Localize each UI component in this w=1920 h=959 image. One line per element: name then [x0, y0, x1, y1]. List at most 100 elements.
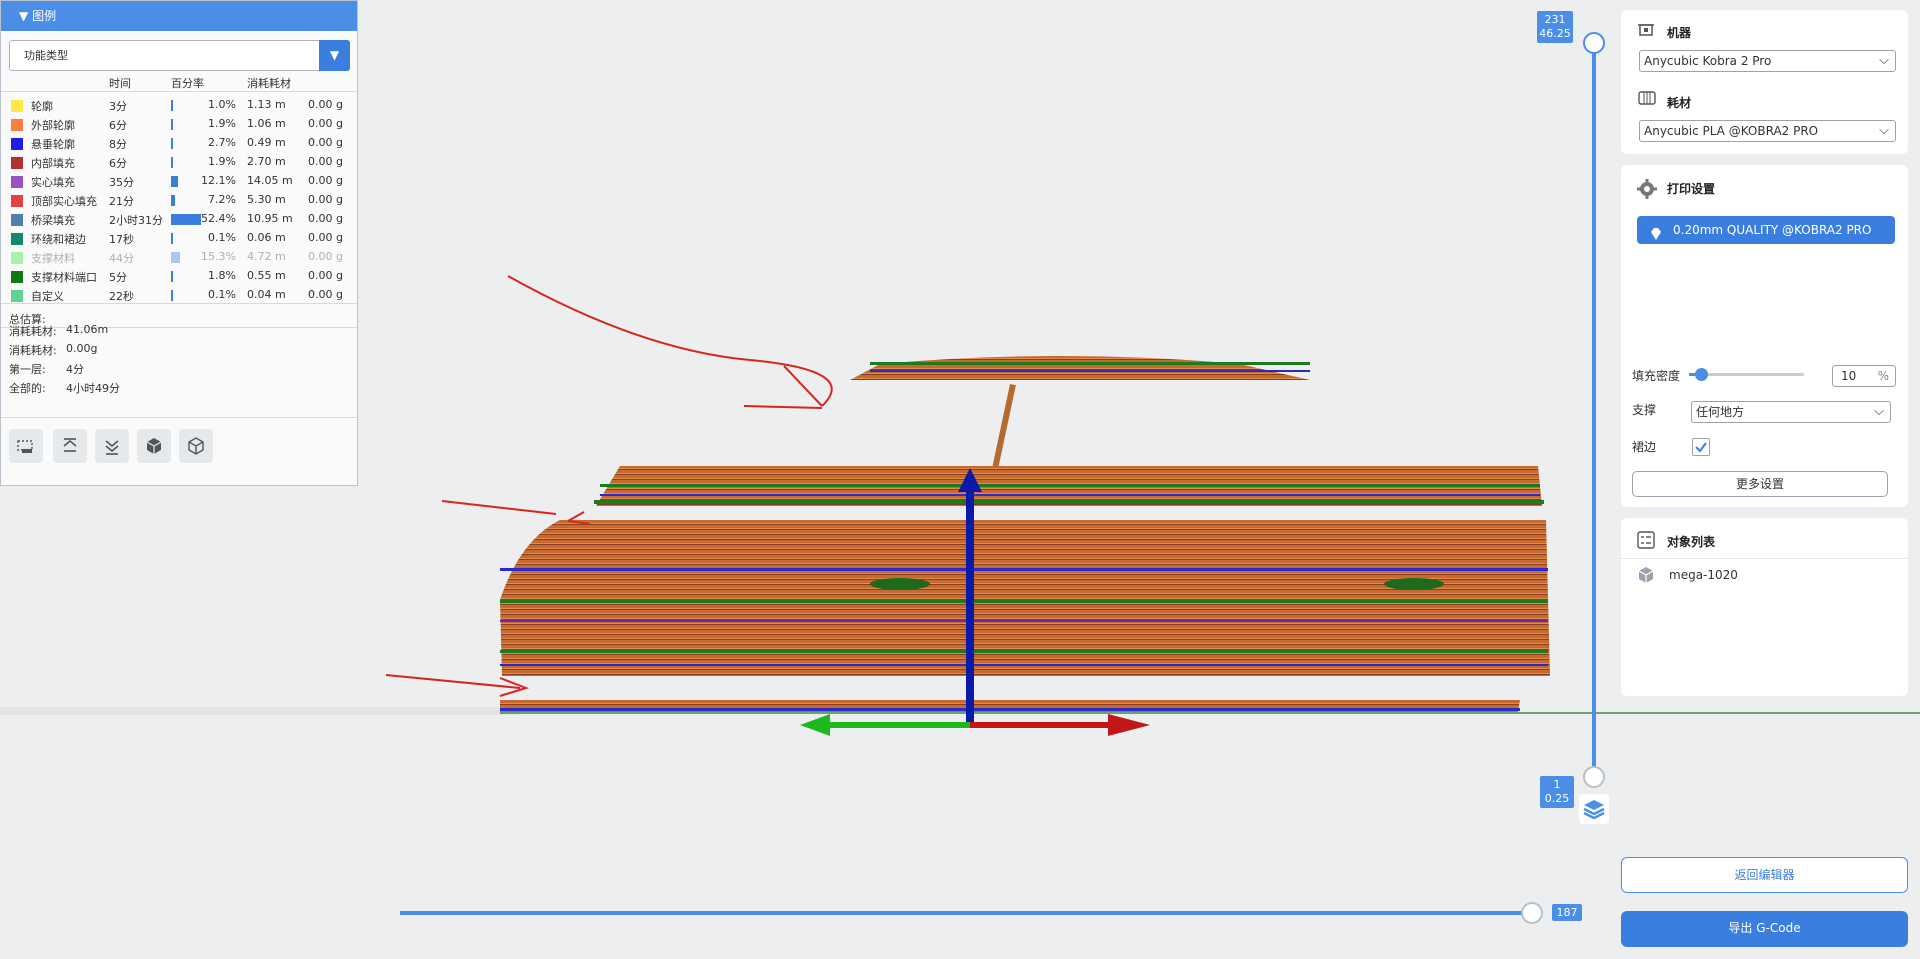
legend-percent-bar — [171, 100, 173, 111]
object-list-item[interactable]: mega-1020 — [1621, 562, 1908, 590]
legend-length: 0.04 m — [247, 288, 286, 301]
bottom-layers-tool-icon[interactable] — [95, 429, 129, 463]
legend-weight: 0.00 g — [308, 288, 343, 301]
export-gcode-button[interactable]: 导出 G-Code — [1621, 911, 1908, 947]
legend-percent: 1.8% — [208, 269, 236, 282]
infill-slider[interactable] — [1689, 368, 1804, 381]
back-to-editor-button[interactable]: 返回编辑器 — [1621, 857, 1908, 893]
legend-row[interactable]: 支撑材料 44分 15.3% 4.72 m 0.00 g — [1, 248, 359, 267]
legend-label: 轮廓 — [31, 100, 53, 113]
legend-percent: 1.0% — [208, 98, 236, 111]
total-row: 全部的: 4小时49分 — [9, 380, 309, 399]
legend-percent-bar — [171, 195, 176, 206]
brim-checkbox[interactable] — [1692, 438, 1710, 456]
legend-length: 5.30 m — [247, 193, 286, 206]
wire-cube-icon[interactable] — [179, 429, 213, 463]
move-slider-track[interactable] — [400, 911, 1532, 915]
infill-slider-handle[interactable] — [1694, 368, 1708, 381]
legend-time: 35分 — [109, 176, 134, 189]
legend-row[interactable]: 顶部实心填充 21分 7.2% 5.30 m 0.00 g — [1, 191, 359, 210]
support-select[interactable]: 任何地方 ⌵ — [1691, 401, 1891, 423]
legend-row[interactable]: 悬垂轮廓 8分 2.7% 0.49 m 0.00 g — [1, 134, 359, 153]
move-slider-value: 187 — [1552, 904, 1582, 921]
view-type-select[interactable]: 功能类型 ▼ — [9, 40, 350, 71]
totals-block: 消耗耗材: 41.06m 消耗耗材: 0.00g 第一层: 4分 全部的: 4小时49分 — [9, 323, 309, 399]
print-profile-item[interactable]: 0.20mm QUALITY @KOBRA2 PRO — [1637, 216, 1895, 244]
printer-view-tool-icon[interactable] — [9, 429, 43, 463]
machine-icon — [1638, 22, 1654, 41]
legend-row[interactable]: 支撑材料端口 5分 1.8% 0.55 m 0.00 g — [1, 267, 359, 286]
total-key: 消耗耗材: — [9, 344, 57, 357]
legend-length: 14.05 m — [247, 174, 293, 187]
layers-icon[interactable] — [1579, 794, 1609, 824]
legend-time: 5分 — [109, 271, 127, 284]
legend-time: 22秒 — [109, 290, 134, 303]
support-value: 任何地方 — [1696, 405, 1745, 419]
legend-time: 2小时31分 — [109, 214, 163, 227]
layer-slider-track[interactable] — [1592, 43, 1596, 776]
legend-time: 21分 — [109, 195, 134, 208]
machine-select[interactable]: Anycubic Kobra 2 Pro ⌵ — [1639, 50, 1896, 72]
more-settings-button[interactable]: 更多设置 — [1632, 471, 1888, 497]
top-layer-handle[interactable] — [1583, 32, 1605, 54]
legend-percent-bar — [171, 214, 202, 225]
legend-label: 内部填充 — [31, 157, 75, 170]
legend-row[interactable]: 实心填充 35分 12.1% 14.05 m 0.00 g — [1, 172, 359, 191]
legend-row[interactable]: 外部轮廓 6分 1.9% 1.06 m 0.00 g — [1, 115, 359, 134]
total-row: 消耗耗材: 0.00g — [9, 342, 309, 361]
move-slider-handle[interactable] — [1521, 902, 1543, 924]
bottom-layer-handle[interactable] — [1583, 766, 1605, 788]
list-icon — [1637, 531, 1655, 552]
legend-time: 6分 — [109, 119, 127, 132]
legend-label: 支撑材料端口 — [31, 271, 97, 284]
total-key: 消耗耗材: — [9, 325, 57, 338]
legend-percent-bar — [171, 157, 173, 168]
total-value: 4小时49分 — [66, 382, 120, 395]
filament-value: Anycubic PLA @KOBRA2 PRO — [1644, 124, 1819, 138]
legend-percent-bar — [171, 290, 173, 301]
legend-color-swatch — [11, 290, 23, 302]
top-layers-tool-icon[interactable] — [53, 429, 87, 463]
total-key: 第一层: — [9, 363, 46, 376]
legend-weight: 0.00 g — [308, 136, 343, 149]
legend-row[interactable]: 环绕和裙边 17秒 0.1% 0.06 m 0.00 g — [1, 229, 359, 248]
legend-length: 0.55 m — [247, 269, 286, 282]
legend-header[interactable]: ▼ 图例 — [1, 1, 357, 31]
legend-color-swatch — [11, 157, 23, 169]
object-list-title: 对象列表 — [1667, 535, 1716, 549]
col-percent: 百分率 — [171, 77, 204, 90]
filament-title: 耗材 — [1667, 96, 1692, 110]
dropdown-arrow-icon[interactable]: ▼ — [319, 40, 350, 71]
legend-percent: 12.1% — [201, 174, 236, 187]
machine-value: Anycubic Kobra 2 Pro — [1644, 54, 1772, 68]
chevron-down-icon: ⌵ — [1874, 404, 1884, 419]
legend-color-swatch — [11, 119, 23, 131]
infill-label: 填充密度 — [1632, 369, 1681, 383]
collapse-triangle-icon[interactable]: ▼ — [19, 9, 28, 23]
machine-title: 机器 — [1667, 26, 1692, 40]
cube-icon — [1637, 566, 1655, 587]
legend-row[interactable]: 桥梁填充 2小时31分 52.4% 10.95 m 0.00 g — [1, 210, 359, 229]
legend-label: 支撑材料 — [31, 252, 75, 265]
legend-row[interactable]: 内部填充 6分 1.9% 2.70 m 0.00 g — [1, 153, 359, 172]
view-type-value: 功能类型 — [24, 49, 68, 62]
gear-icon — [1637, 179, 1657, 202]
legend-time: 44分 — [109, 252, 134, 265]
legend-percent-bar — [171, 138, 173, 149]
infill-input[interactable]: 10 % — [1832, 365, 1896, 387]
legend-length: 0.49 m — [247, 136, 286, 149]
filament-select[interactable]: Anycubic PLA @KOBRA2 PRO ⌵ — [1639, 120, 1896, 142]
bottom-layer-number: 1 — [1553, 778, 1561, 791]
legend-weight: 0.00 g — [308, 117, 343, 130]
legend-percent: 1.9% — [208, 117, 236, 130]
top-layer-height: 46.25 — [1539, 27, 1571, 40]
legend-length: 4.72 m — [247, 250, 286, 263]
print-settings-card: 打印设置 0.20mm QUALITY @KOBRA2 PRO 填充密度 10 … — [1621, 165, 1908, 507]
legend-percent: 1.9% — [208, 155, 236, 168]
legend-percent: 2.7% — [208, 136, 236, 149]
legend-label: 实心填充 — [31, 176, 75, 189]
top-layer-tag: 231 46.25 — [1537, 11, 1573, 43]
solid-cube-icon[interactable] — [137, 429, 171, 463]
legend-color-swatch — [11, 214, 23, 226]
legend-row[interactable]: 轮廓 3分 1.0% 1.13 m 0.00 g — [1, 96, 359, 115]
